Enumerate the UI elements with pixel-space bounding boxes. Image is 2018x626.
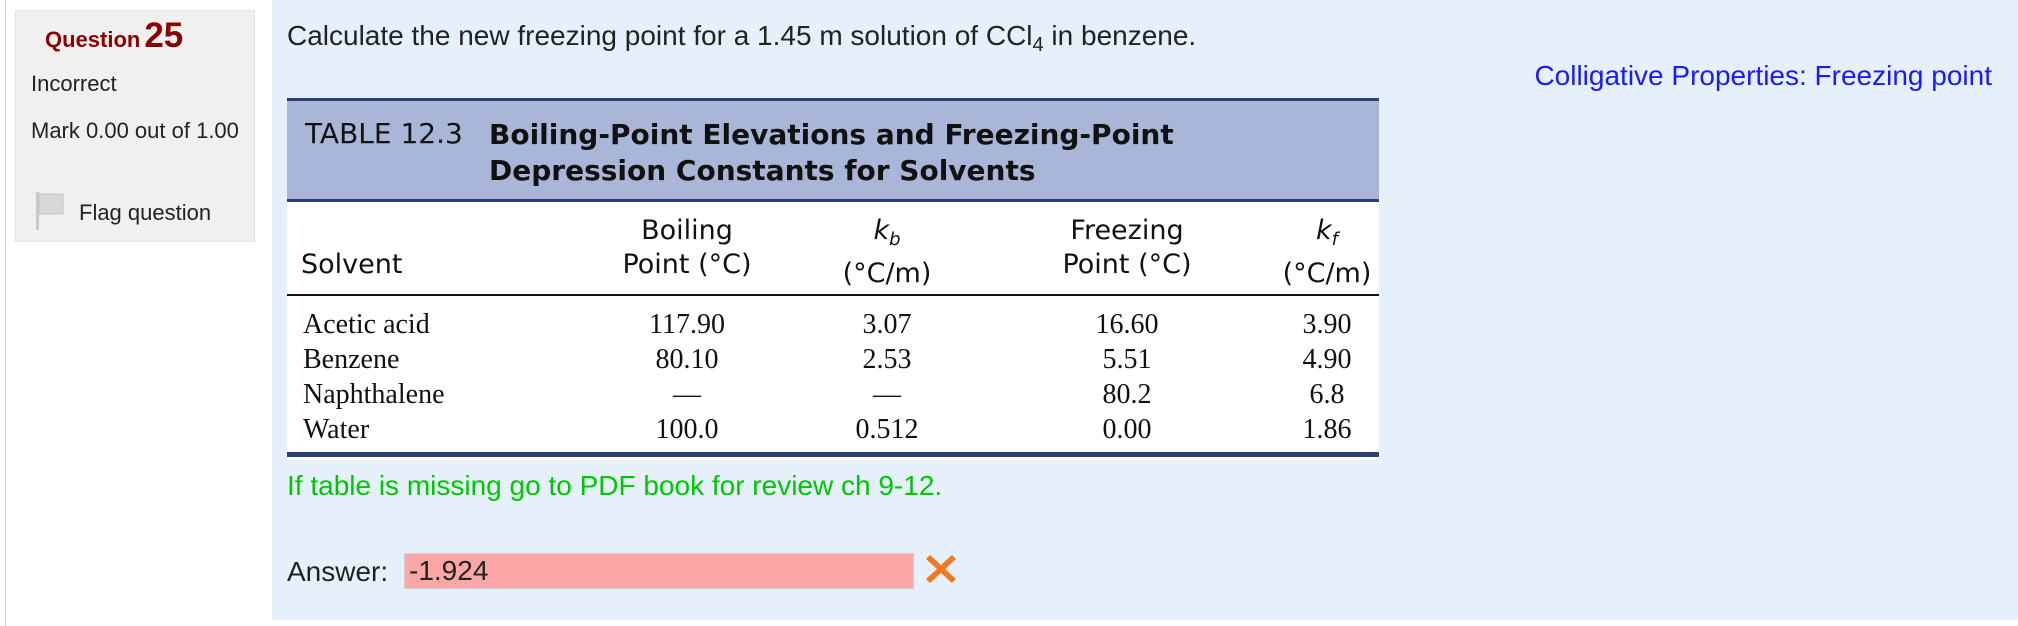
question-label: Question: [45, 27, 141, 52]
col-header-kf: kf (°C/m): [1277, 214, 1377, 291]
table-cell-solvent: Benzene: [303, 344, 400, 375]
table-cell-solvent: Naphthalene: [303, 379, 445, 410]
question-number-heading: Question 25: [45, 16, 183, 56]
answer-input[interactable]: [404, 553, 914, 589]
col-header-kb-unit: (°C/m): [842, 258, 932, 289]
topic-link[interactable]: Colligative Properties: Freezing point: [1534, 60, 1992, 92]
table-cell-solvent: Acetic acid: [303, 309, 430, 340]
question-content: Calculate the new freezing point for a 1…: [272, 0, 2018, 620]
col-header-fp-line2: Point (°C): [1062, 249, 1192, 280]
question-text-main: Calculate the new freezing point for a 1…: [287, 20, 1033, 51]
table-number: TABLE 12.3: [305, 117, 463, 150]
table-cell-fp: 0.00: [1102, 414, 1152, 445]
col-header-kf-sub: f: [1331, 229, 1338, 250]
table-cell-kf: 6.8: [1309, 379, 1345, 410]
col-header-freezing-point: Freezing Point (°C): [1027, 214, 1227, 282]
col-header-kf-unit: (°C/m): [1282, 258, 1372, 289]
flag-icon: [36, 192, 64, 230]
table-cell-bp: 100.0: [655, 414, 719, 445]
table-cell-bp: 80.10: [655, 344, 719, 375]
table-cell-kb: —: [873, 379, 901, 410]
table-cell-fp: 5.51: [1102, 344, 1152, 375]
question-text: Calculate the new freezing point for a 1…: [287, 20, 1196, 57]
table-cell-kf: 1.86: [1302, 414, 1352, 445]
col-header-solvent: Solvent: [301, 249, 403, 280]
question-text-end: in benzene.: [1043, 20, 1197, 51]
table-cell-kb: 3.07: [862, 309, 912, 340]
incorrect-x-icon: [926, 555, 956, 583]
table-cell-kf: 3.90: [1302, 309, 1352, 340]
col-header-kf-symbol: k: [1316, 215, 1332, 246]
flag-question-label: Flag question: [79, 200, 212, 225]
table-cell-bp: 117.90: [649, 309, 725, 340]
col-header-fp-line1: Freezing: [1070, 215, 1184, 246]
table-cell-fp: 80.2: [1102, 379, 1152, 410]
table-cell-kb: 2.53: [862, 344, 912, 375]
question-number: 25: [144, 16, 184, 55]
question-grade: Mark 0.00 out of 1.00: [31, 118, 239, 143]
table-caption: TABLE 12.3 Boiling-Point Elevations and …: [287, 98, 1379, 202]
question-state: Incorrect: [31, 71, 117, 96]
missing-table-note: If table is missing go to PDF book for r…: [287, 470, 943, 501]
col-header-kb-sub: b: [889, 229, 901, 250]
flag-question-toggle[interactable]: Flag question: [33, 190, 253, 230]
table-cell-kf: 4.90: [1302, 344, 1352, 375]
col-header-boiling-point: Boiling Point (°C): [587, 214, 787, 282]
table-cell-fp: 16.60: [1095, 309, 1159, 340]
col-header-bp-line2: Point (°C): [622, 249, 752, 280]
table-bottom-rule: [287, 452, 1379, 457]
table-title: Boiling-Point Elevations and Freezing-Po…: [489, 118, 1174, 187]
answer-label: Answer:: [287, 556, 389, 587]
col-header-bp-line1: Boiling: [641, 215, 733, 246]
table-cell-solvent: Water: [303, 414, 370, 445]
page-left-border: [5, 0, 6, 626]
table-cell-kb: 0.512: [855, 414, 919, 445]
col-header-kb: kb (°C/m): [807, 214, 967, 291]
question-text-subscript: 4: [1032, 34, 1044, 56]
col-header-kb-symbol: k: [873, 215, 890, 246]
textbook-table-image: TABLE 12.3 Boiling-Point Elevations and …: [287, 98, 1379, 460]
table-header-rule: [287, 294, 1379, 296]
table-cell-bp: —: [673, 379, 701, 410]
